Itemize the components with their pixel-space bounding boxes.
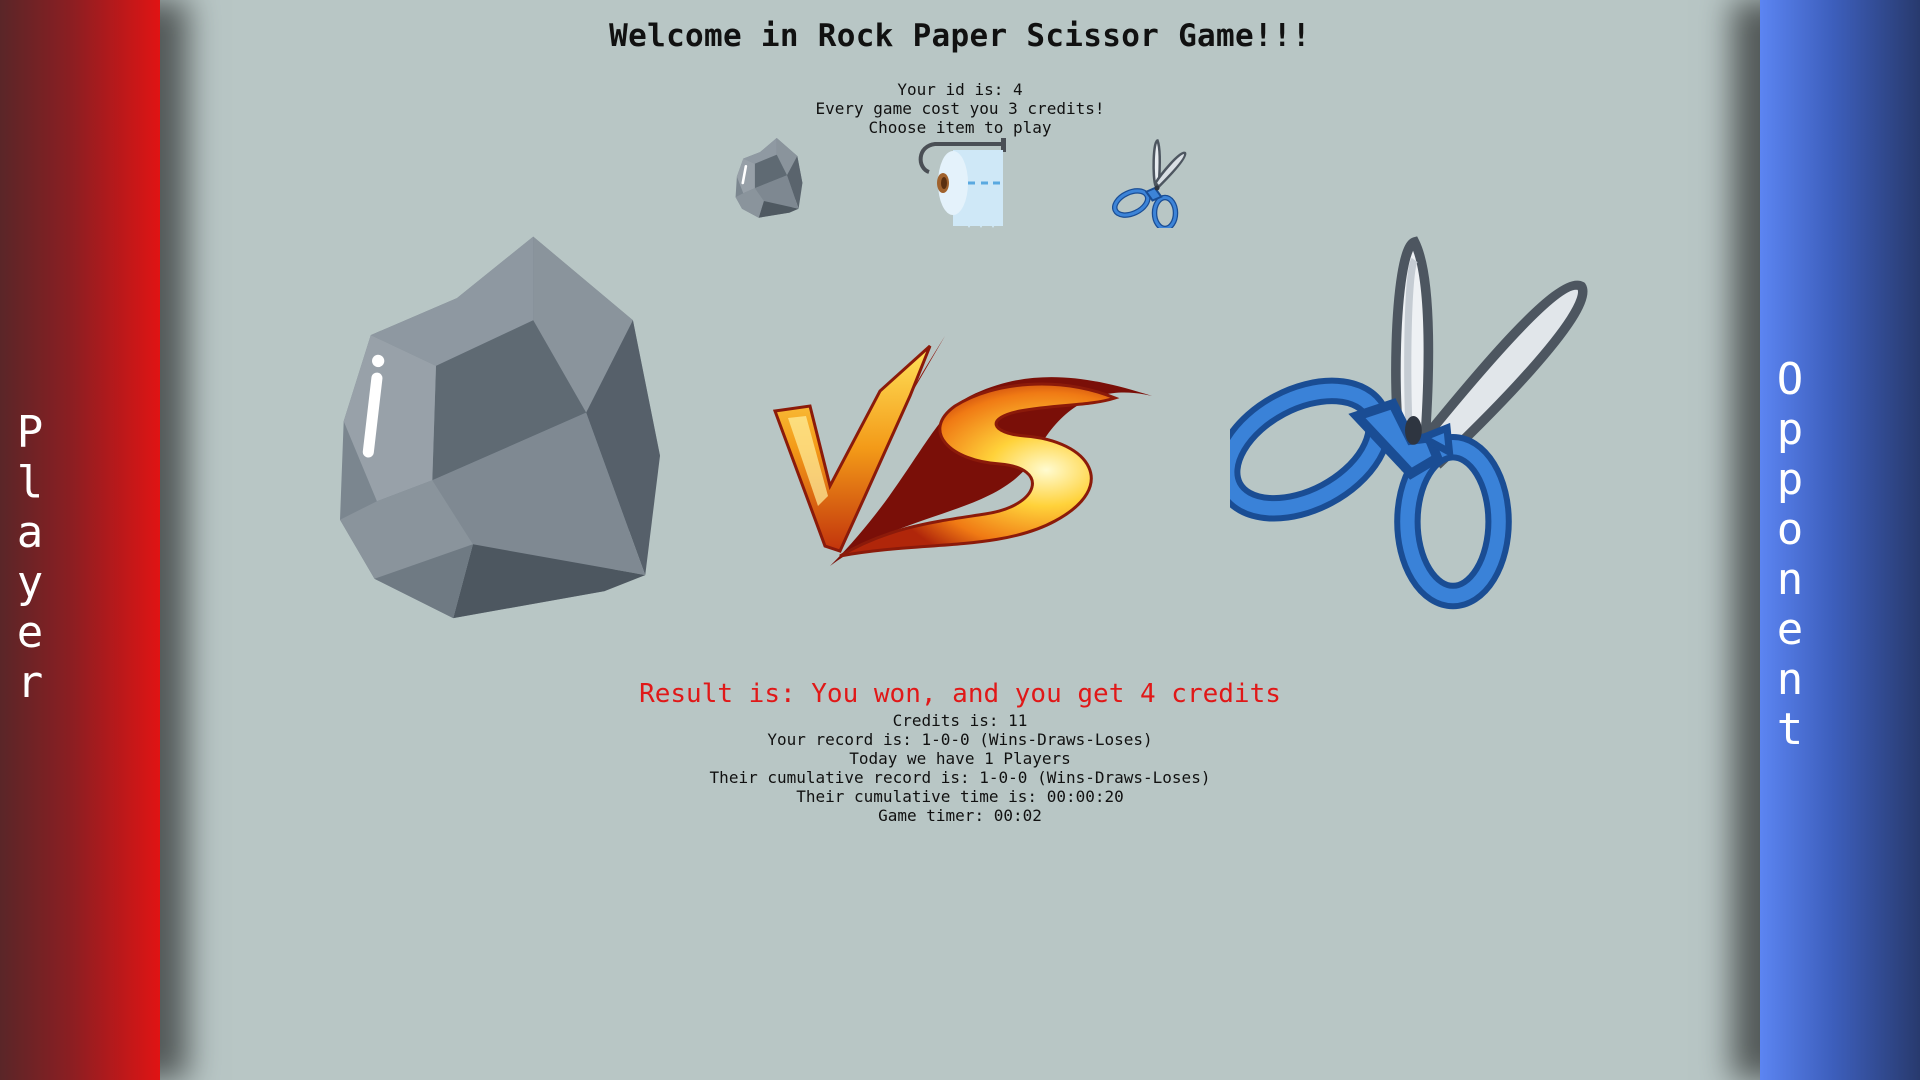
game-cost-text: Every game cost you 3 credits! <box>815 99 1105 118</box>
opponent-choice-scissors-icon <box>1230 236 1588 610</box>
rock-icon[interactable] <box>734 138 804 228</box>
player-panel: Player <box>0 0 160 1080</box>
toilet-paper-icon[interactable] <box>913 138 1009 230</box>
stats-block: Credits is: 11 Your record is: 1-0-0 (Wi… <box>0 711 1920 825</box>
cumulative-time-text: Their cumulative time is: 00:00:20 <box>796 787 1124 806</box>
vs-flame-icon <box>772 336 1152 566</box>
result-text: Result is: You won, and you get 4 credit… <box>639 679 1281 709</box>
cumulative-record-text: Their cumulative record is: 1-0-0 (Wins-… <box>709 768 1211 787</box>
user-id-text: Your id is: 4 <box>897 80 1023 99</box>
player-choice-rock-icon <box>340 236 660 619</box>
scissors-icon[interactable] <box>1112 138 1188 228</box>
page-title: Welcome in Rock Paper Scissor Game!!! <box>609 18 1311 54</box>
credits-text: Credits is: 11 <box>892 711 1028 730</box>
player-label: Player <box>16 407 44 708</box>
game-timer-text: Game timer: 00:02 <box>878 806 1042 825</box>
record-text: Your record is: 1-0-0 (Wins-Draws-Loses) <box>767 730 1153 749</box>
info-block: Your id is: 4 Every game cost you 3 cred… <box>0 80 1920 137</box>
choose-item-text: Choose item to play <box>868 118 1052 137</box>
opponent-panel: Opponent <box>1760 0 1920 1080</box>
players-today-text: Today we have 1 Players <box>849 749 1071 768</box>
